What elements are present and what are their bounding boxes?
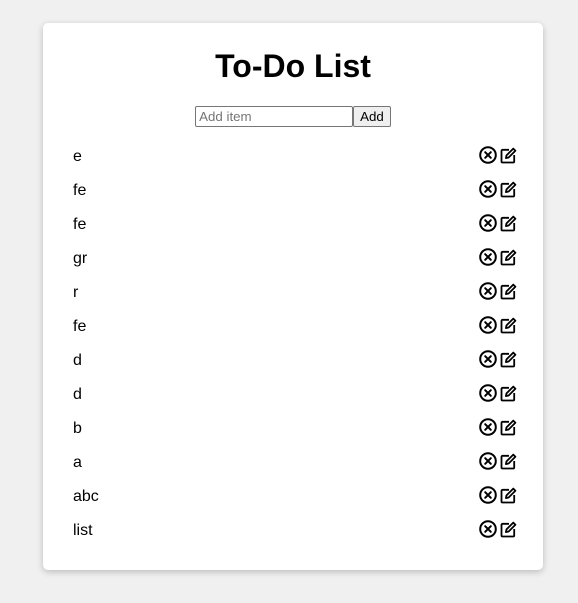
delete-icon[interactable]: [479, 486, 497, 504]
edit-icon[interactable]: [499, 316, 517, 334]
list-item-actions: [479, 452, 517, 470]
list-item-actions: [479, 384, 517, 402]
add-button[interactable]: Add: [353, 106, 391, 127]
list-item: fe: [73, 207, 517, 241]
list-item-label: gr: [73, 250, 88, 267]
list-item-label: r: [73, 284, 79, 301]
list-item: d: [73, 377, 517, 411]
list-item: d: [73, 343, 517, 377]
edit-icon[interactable]: [499, 418, 517, 436]
list-item-actions: [479, 214, 517, 232]
list-item: fe: [73, 173, 517, 207]
list-item-label: fe: [73, 318, 87, 335]
list-item-actions: [479, 316, 517, 334]
edit-icon[interactable]: [499, 248, 517, 266]
list-item-actions: [479, 486, 517, 504]
delete-icon[interactable]: [479, 180, 497, 198]
edit-icon[interactable]: [499, 452, 517, 470]
list-item-label: d: [73, 352, 82, 369]
list-item-actions: [479, 248, 517, 266]
delete-icon[interactable]: [479, 520, 497, 538]
list-item-actions: [479, 418, 517, 436]
edit-icon[interactable]: [499, 486, 517, 504]
edit-icon[interactable]: [499, 350, 517, 368]
list-item-label: d: [73, 386, 82, 403]
edit-icon[interactable]: [499, 520, 517, 538]
list-item-label: fe: [73, 182, 87, 199]
list-item-label: abc: [73, 488, 99, 505]
list-item-actions: [479, 180, 517, 198]
delete-icon[interactable]: [479, 214, 497, 232]
edit-icon[interactable]: [499, 180, 517, 198]
list-item-label: list: [73, 522, 93, 539]
list-item-actions: [479, 520, 517, 538]
page-title: To-Do List: [215, 48, 371, 84]
list-item: list: [73, 513, 517, 547]
list-item-actions: [479, 282, 517, 300]
edit-icon[interactable]: [499, 214, 517, 232]
list-item-actions: [479, 146, 517, 164]
list-item: fe: [73, 309, 517, 343]
todo-card: To-Do List Add efefegrrfeddbaabclist: [43, 23, 543, 570]
list-item: r: [73, 275, 517, 309]
edit-icon[interactable]: [499, 146, 517, 164]
list-item-label: e: [73, 148, 82, 165]
list-item-label: fe: [73, 216, 87, 233]
edit-icon[interactable]: [499, 282, 517, 300]
list-item: gr: [73, 241, 517, 275]
list-item-label: a: [73, 454, 82, 471]
list-item: abc: [73, 479, 517, 513]
delete-icon[interactable]: [479, 384, 497, 402]
add-item-input[interactable]: [195, 106, 354, 127]
delete-icon[interactable]: [479, 248, 497, 266]
delete-icon[interactable]: [479, 418, 497, 436]
todo-list: e fe fe gr r fe d d b a abc list: [73, 139, 517, 547]
list-item: a: [73, 445, 517, 479]
list-item: e: [73, 139, 517, 173]
delete-icon[interactable]: [479, 316, 497, 334]
list-item-label: b: [73, 420, 82, 437]
delete-icon[interactable]: [479, 146, 497, 164]
delete-icon[interactable]: [479, 282, 497, 300]
list-item-actions: [479, 350, 517, 368]
add-item-form: Add: [43, 106, 543, 127]
delete-icon[interactable]: [479, 350, 497, 368]
delete-icon[interactable]: [479, 452, 497, 470]
list-item: b: [73, 411, 517, 445]
edit-icon[interactable]: [499, 384, 517, 402]
